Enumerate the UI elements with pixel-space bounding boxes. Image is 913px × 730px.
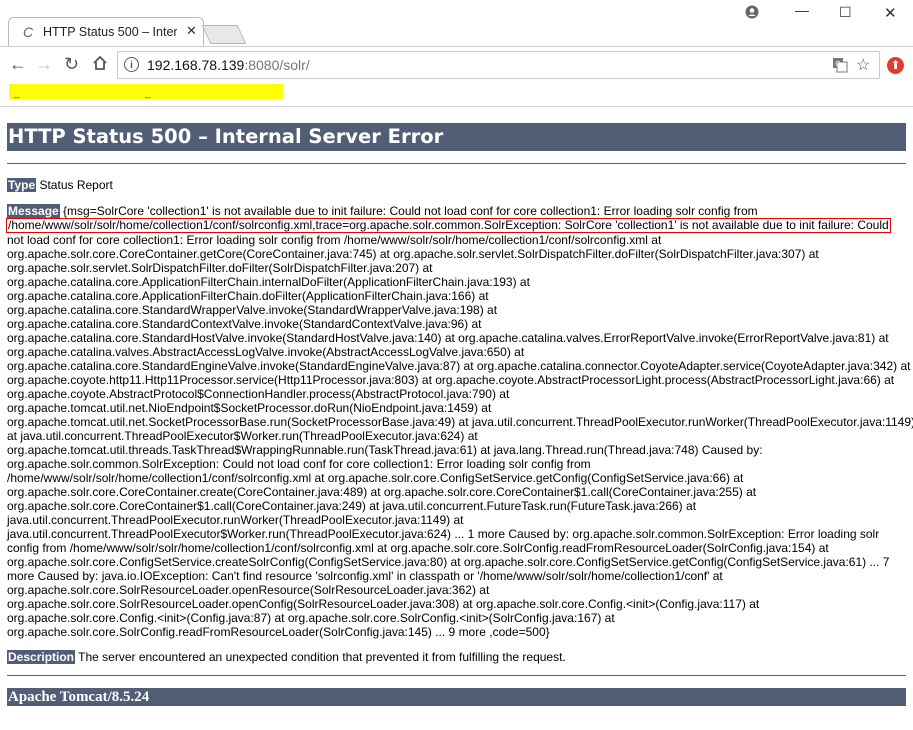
bookmark-star-icon[interactable]: ☆ xyxy=(856,55,870,75)
message-line: at java.util.concurrent.ThreadPoolExecut… xyxy=(7,429,478,443)
message-line: org.apache.solr.core.Config.<init>(Confi… xyxy=(7,611,615,625)
browser-tab[interactable]: C HTTP Status 500 – Inter ✕ xyxy=(8,17,204,46)
translate-icon[interactable]: G xyxy=(832,57,848,76)
title-bar: C HTTP Status 500 – Inter ✕ — ☐ ✕ xyxy=(0,0,913,46)
bookmark-item-icon[interactable]: _ xyxy=(145,88,151,99)
message-line: org.apache.tomcat.util.net.NioEndpoint$S… xyxy=(7,401,492,415)
type-value: Status Report xyxy=(39,178,113,192)
url-text: 192.168.78.139:8080/solr/ xyxy=(147,57,310,73)
message-line: /home/www/solr/solr/home/collection1/con… xyxy=(7,471,744,485)
message-row: Message {msg=SolrCore 'collection1' is n… xyxy=(6,204,913,639)
url-host: 192.168.78.139 xyxy=(147,57,245,73)
message-line: org.apache.catalina.core.StandardContext… xyxy=(7,317,482,331)
message-line: org.apache.coyote.http11.Http11Processor… xyxy=(7,373,895,387)
message-text: {msg=SolrCore 'collection1' is not avail… xyxy=(63,204,758,218)
message-line: org.apache.catalina.core.StandardWrapper… xyxy=(7,303,498,317)
browser-toolbar: ← → ↻ i 192.168.78.139:8080/solr/ G ☆ ⬆ xyxy=(0,46,913,83)
window-close-icon[interactable]: ✕ xyxy=(884,4,897,22)
message-line: org.apache.solr.core.CoreContainer$1.cal… xyxy=(7,499,697,513)
divider xyxy=(7,163,906,164)
page-title: HTTP Status 500 – Internal Server Error xyxy=(7,123,906,151)
description-row: Description The server encountered an un… xyxy=(7,650,906,664)
forward-arrow-icon[interactable]: → xyxy=(35,54,53,75)
message-line: java.util.concurrent.ThreadPoolExecutor$… xyxy=(7,527,880,541)
divider xyxy=(7,675,906,676)
message-line: org.apache.catalina.core.ApplicationFilt… xyxy=(7,289,489,303)
message-line: config from /home/www/solr/solr/home/col… xyxy=(7,541,829,555)
svg-text:G: G xyxy=(835,60,840,68)
minimize-icon[interactable]: — xyxy=(795,2,809,18)
message-line: org.apache.solr.core.CoreContainer.creat… xyxy=(7,485,757,499)
message-line: org.apache.solr.servlet.SolrDispatchFilt… xyxy=(7,261,433,275)
message-line: org.apache.solr.core.SolrConfig.readFrom… xyxy=(7,625,550,639)
message-line: org.apache.solr.core.ConfigSetService.cr… xyxy=(7,555,890,569)
message-line: org.apache.catalina.core.StandardEngineV… xyxy=(7,359,911,373)
bookmarks-bar: _ _ xyxy=(0,82,913,107)
maximize-icon[interactable]: ☐ xyxy=(839,4,852,21)
message-line: org.apache.solr.common.SolrException: Co… xyxy=(7,457,591,471)
profile-icon[interactable] xyxy=(745,5,759,22)
address-bar[interactable]: i 192.168.78.139:8080/solr/ G ☆ xyxy=(117,51,880,79)
message-line: org.apache.catalina.core.StandardHostVal… xyxy=(7,331,889,345)
message-line-highlighted: /home/www/solr/solr/home/collection1/con… xyxy=(6,218,891,233)
server-footer: Apache Tomcat/8.5.24 xyxy=(7,688,906,706)
description-label: Description xyxy=(7,650,76,664)
back-arrow-icon[interactable]: ← xyxy=(9,54,27,75)
site-info-icon[interactable]: i xyxy=(124,57,139,72)
tab-close-icon[interactable]: ✕ xyxy=(186,23,197,39)
message-line: more Caused by: java.io.IOException: Can… xyxy=(7,569,723,583)
message-line: org.apache.catalina.core.ApplicationFilt… xyxy=(7,275,530,289)
message-line-0: Message {msg=SolrCore 'collection1' is n… xyxy=(7,204,906,218)
message-line: org.apache.tomcat.util.net.SocketProcess… xyxy=(7,415,913,429)
url-path: :8080/solr/ xyxy=(244,57,310,73)
message-line: not load conf for core collection1: Erro… xyxy=(7,233,662,247)
bookmark-item-icon[interactable]: _ xyxy=(14,88,20,99)
message-line: org.apache.coyote.AbstractProtocol$Conne… xyxy=(7,387,510,401)
message-line: java.util.concurrent.ThreadPoolExecutor.… xyxy=(7,513,464,527)
new-tab-button[interactable] xyxy=(201,25,247,44)
description-value: The server encountered an unexpected con… xyxy=(78,650,566,664)
type-row: Type Status Report xyxy=(7,178,906,192)
message-line: org.apache.solr.core.SolrResourceLoader.… xyxy=(7,583,490,597)
reload-icon[interactable]: ↻ xyxy=(64,54,79,75)
message-line: org.apache.solr.core.SolrResourceLoader.… xyxy=(7,597,760,611)
loading-icon: C xyxy=(23,24,34,40)
type-label: Type xyxy=(7,178,37,192)
extension-icon[interactable]: ⬆ xyxy=(887,57,904,74)
message-line: org.apache.solr.core.CoreContainer.getCo… xyxy=(7,247,819,261)
message-label: Message xyxy=(7,204,60,218)
tab-title: HTTP Status 500 – Inter xyxy=(43,25,177,39)
message-line: org.apache.catalina.valves.AbstractAcces… xyxy=(7,345,525,359)
home-icon[interactable] xyxy=(92,55,108,76)
message-line: org.apache.tomcat.util.threads.TaskThrea… xyxy=(7,443,763,457)
